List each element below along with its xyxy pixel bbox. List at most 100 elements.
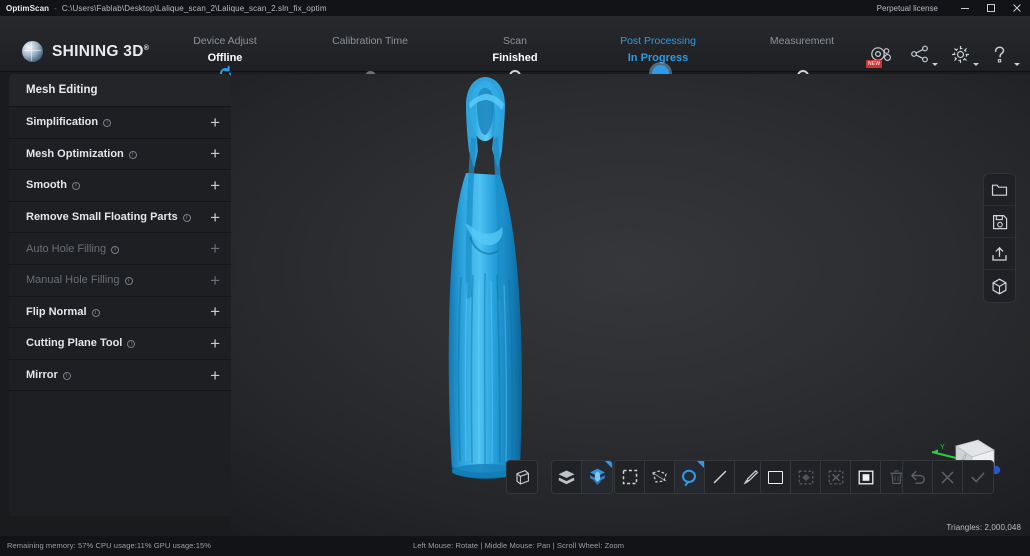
select-all-icon[interactable]: ALL — [761, 461, 791, 493]
step-label: Device Adjust — [150, 32, 300, 48]
bottom-toolbar: ALL — [462, 460, 1030, 494]
expand-icon[interactable]: + — [210, 335, 220, 352]
brand-name: SHINING 3D® — [52, 43, 149, 61]
info-icon[interactable]: i — [127, 340, 135, 348]
info-icon[interactable]: i — [103, 119, 111, 127]
view-cube-icon[interactable] — [984, 270, 1015, 302]
expand-icon[interactable]: + — [210, 367, 220, 384]
expand-icon[interactable]: + — [210, 240, 220, 257]
share-icon[interactable] — [910, 45, 934, 67]
expand-icon[interactable]: + — [210, 114, 220, 131]
selection-tools-group — [614, 460, 766, 494]
panel-item-label: Auto Hole Filling — [26, 243, 106, 255]
step-state: In Progress — [583, 48, 733, 65]
panel-item-flip-normal[interactable]: Flip Normal i + — [9, 297, 231, 329]
step-label: Post Processing — [583, 32, 733, 48]
panel-item-cutting-plane-tool[interactable]: Cutting Plane Tool i + — [9, 328, 231, 360]
panel-item-label: Remove Small Floating Parts — [26, 211, 178, 223]
confirm-group — [902, 460, 994, 494]
mesh-shaded-icon[interactable] — [582, 461, 612, 493]
panel-item-auto-hole-filling[interactable]: Auto Hole Filling i + — [9, 233, 231, 265]
info-icon[interactable]: i — [63, 372, 71, 380]
step-post-processing[interactable]: Post Processing In Progress — [583, 32, 733, 65]
step-state: Finished — [440, 48, 590, 65]
step-device-adjust[interactable]: Device Adjust Offline — [150, 32, 300, 65]
active-corner-marker — [697, 461, 704, 468]
save-file-icon[interactable] — [984, 206, 1015, 238]
line-select-icon[interactable] — [705, 461, 735, 493]
svg-text:Y: Y — [940, 444, 945, 451]
info-icon[interactable]: i — [72, 182, 80, 190]
confirm-icon[interactable] — [963, 461, 993, 493]
panel-item-label: Flip Normal — [26, 306, 87, 318]
panel-item-manual-hole-filling[interactable]: Manual Hole Filling i + — [9, 265, 231, 297]
viewport-side-toolbar — [983, 173, 1016, 303]
cancel-icon[interactable] — [933, 461, 963, 493]
minimize-button[interactable] — [952, 0, 978, 16]
info-icon[interactable]: i — [129, 151, 137, 159]
expand-icon[interactable]: + — [210, 272, 220, 289]
settings-dropdown-caret[interactable] — [973, 63, 979, 66]
maximize-button[interactable] — [978, 0, 1004, 16]
step-scan[interactable]: Scan Finished — [440, 32, 590, 65]
active-corner-marker — [605, 461, 612, 468]
expand-icon[interactable]: + — [210, 145, 220, 162]
expand-icon[interactable]: + — [210, 177, 220, 194]
export-upload-icon[interactable] — [984, 238, 1015, 270]
rectangle-select-icon[interactable] — [615, 461, 645, 493]
step-state: Offline — [150, 48, 300, 65]
layers-icon[interactable] — [552, 461, 582, 493]
bounding-box-group — [506, 460, 538, 494]
info-icon[interactable]: i — [183, 214, 191, 222]
mesh-editing-panel: Mesh Editing Simplification i + Mesh Opt… — [9, 74, 231, 516]
help-icon[interactable] — [992, 45, 1016, 67]
optimscan-window: OptimScan - C:\Users\Fablab\Desktop\Lali… — [0, 0, 1030, 556]
scanned-statue-mesh[interactable] — [430, 77, 540, 497]
step-state — [727, 48, 877, 51]
bounding-box-icon[interactable] — [507, 461, 537, 493]
panel-item-mesh-optimization[interactable]: Mesh Optimization i + — [9, 139, 231, 171]
close-button[interactable] — [1004, 0, 1030, 16]
lasso-select-icon[interactable] — [675, 461, 705, 493]
step-label: Measurement — [727, 32, 877, 48]
panel-item-smooth[interactable]: Smooth i + — [9, 170, 231, 202]
panel-item-label: Mesh Optimization — [26, 148, 124, 160]
help-dropdown-caret[interactable] — [1014, 63, 1020, 66]
panel-item-mirror[interactable]: Mirror i + — [9, 360, 231, 392]
info-icon[interactable]: i — [125, 277, 133, 285]
panel-item-label: Mirror — [26, 369, 58, 381]
panel-item-label: Manual Hole Filling — [26, 274, 120, 286]
app-header: SHINING 3D® Device Adjust Offline Calibr… — [0, 16, 1030, 72]
info-icon[interactable]: i — [92, 309, 100, 317]
title-bar-right: Perpetual license — [877, 0, 1030, 16]
app-name: OptimScan — [6, 4, 49, 13]
globe-icon — [22, 41, 43, 62]
status-bar: Remaining memory: 57% CPU usage:11% GPU … — [0, 536, 1030, 556]
scanner-device-icon[interactable]: NEW — [869, 45, 893, 67]
deselect-icon[interactable] — [821, 461, 851, 493]
panel-item-label: Smooth — [26, 179, 67, 191]
info-icon[interactable]: i — [111, 246, 119, 254]
expand-icon[interactable]: + — [210, 303, 220, 320]
gear-icon[interactable] — [951, 45, 975, 67]
display-mode-group — [551, 460, 613, 494]
panel-item-label: Cutting Plane Tool — [26, 337, 122, 349]
panel-item-label: Simplification — [26, 116, 98, 128]
expand-icon[interactable]: + — [210, 209, 220, 226]
project-file-path: C:\Users\Fablab\Desktop\Lalique_scan_2\L… — [62, 4, 327, 13]
polygon-select-icon[interactable] — [645, 461, 675, 493]
mouse-hints-text: Left Mouse: Rotate | Middle Mouse: Pan |… — [413, 541, 624, 550]
share-dropdown-caret[interactable] — [932, 63, 938, 66]
license-label: Perpetual license — [877, 4, 938, 13]
step-calibration-time[interactable]: Calibration Time — [295, 32, 445, 51]
selection-actions-group: ALL — [760, 460, 912, 494]
3d-viewport[interactable]: BACK RIGHT Y Triangles: 2,000,048 — [231, 74, 1030, 536]
select-visible-icon[interactable] — [851, 461, 881, 493]
panel-item-simplification[interactable]: Simplification i + — [9, 107, 231, 139]
undo-icon[interactable] — [903, 461, 933, 493]
panel-item-remove-small-floating-parts[interactable]: Remove Small Floating Parts i + — [9, 202, 231, 234]
step-label: Scan — [440, 32, 590, 48]
step-measurement[interactable]: Measurement — [727, 32, 877, 51]
open-folder-icon[interactable] — [984, 174, 1015, 206]
invert-selection-icon[interactable] — [791, 461, 821, 493]
